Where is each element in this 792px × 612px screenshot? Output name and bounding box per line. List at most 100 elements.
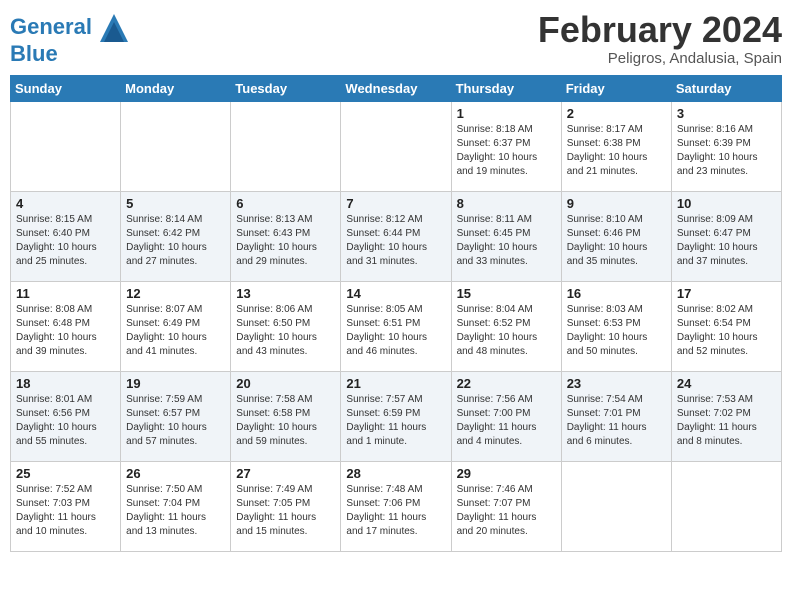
day-cell: 28 Sunrise: 7:48 AM Sunset: 7:06 PM Dayli… [341, 461, 451, 551]
day-cell: 14 Sunrise: 8:05 AM Sunset: 6:51 PM Dayli… [341, 281, 451, 371]
day-number: 6 [236, 196, 335, 211]
weekday-header-tuesday: Tuesday [231, 75, 341, 101]
day-number: 9 [567, 196, 666, 211]
day-cell: 2Sunrise: 8:17 AM Sunset: 6:38 PM Daylig… [561, 101, 671, 191]
location: Peligros, Andalusia, Spain [538, 50, 782, 67]
calendar-table: SundayMondayTuesdayWednesdayThursdayFrid… [10, 75, 782, 552]
day-info: Sunrise: 7:53 AM Sunset: 7:02 PM Dayligh… [677, 393, 776, 449]
day-number: 20 [236, 376, 335, 391]
day-info: Sunrise: 7:48 AM Sunset: 7:06 PM Dayligh… [346, 483, 445, 539]
day-cell: 29Sunrise: 7:46 AM Sunset: 7:07 PM Dayli… [451, 461, 561, 551]
day-cell [671, 461, 781, 551]
day-cell: 10 Sunrise: 8:09 AM Sunset: 6:47 PM Dayli… [671, 191, 781, 281]
day-cell: 20 Sunrise: 7:58 AM Sunset: 6:58 PM Dayli… [231, 371, 341, 461]
day-number: 5 [126, 196, 225, 211]
day-cell: 24 Sunrise: 7:53 AM Sunset: 7:02 PM Dayli… [671, 371, 781, 461]
day-number: 29 [457, 466, 556, 481]
weekday-header-thursday: Thursday [451, 75, 561, 101]
day-number: 14 [346, 286, 445, 301]
week-row-1: 1Sunrise: 8:18 AM Sunset: 6:37 PM Daylig… [11, 101, 782, 191]
day-number: 11 [16, 286, 115, 301]
week-row-3: 11 Sunrise: 8:08 AM Sunset: 6:48 PM Dayli… [11, 281, 782, 371]
day-info: Sunrise: 8:08 AM Sunset: 6:48 PM Dayligh… [16, 303, 115, 359]
day-info: Sunrise: 8:12 AM Sunset: 6:44 PM Dayligh… [346, 213, 445, 269]
day-cell [121, 101, 231, 191]
day-cell: 6 Sunrise: 8:13 AM Sunset: 6:43 PM Daylig… [231, 191, 341, 281]
day-info: Sunrise: 8:17 AM Sunset: 6:38 PM Dayligh… [567, 123, 666, 179]
logo-blue: Blue [10, 42, 128, 66]
day-cell: 23 Sunrise: 7:54 AM Sunset: 7:01 PM Dayli… [561, 371, 671, 461]
day-number: 15 [457, 286, 556, 301]
day-number: 24 [677, 376, 776, 391]
weekday-header-sunday: Sunday [11, 75, 121, 101]
day-info: Sunrise: 8:03 AM Sunset: 6:53 PM Dayligh… [567, 303, 666, 359]
day-cell: 5 Sunrise: 8:14 AM Sunset: 6:42 PM Daylig… [121, 191, 231, 281]
day-cell: 25Sunrise: 7:52 AM Sunset: 7:03 PM Dayli… [11, 461, 121, 551]
day-cell: 19 Sunrise: 7:59 AM Sunset: 6:57 PM Dayli… [121, 371, 231, 461]
day-cell: 17Sunrise: 8:02 AM Sunset: 6:54 PM Dayli… [671, 281, 781, 371]
day-cell: 13Sunrise: 8:06 AM Sunset: 6:50 PM Dayli… [231, 281, 341, 371]
weekday-header-saturday: Saturday [671, 75, 781, 101]
day-info: Sunrise: 7:58 AM Sunset: 6:58 PM Dayligh… [236, 393, 335, 449]
day-number: 18 [16, 376, 115, 391]
day-info: Sunrise: 8:05 AM Sunset: 6:51 PM Dayligh… [346, 303, 445, 359]
day-cell: 8Sunrise: 8:11 AM Sunset: 6:45 PM Daylig… [451, 191, 561, 281]
logo: General Blue [10, 14, 128, 66]
day-number: 25 [16, 466, 115, 481]
day-number: 21 [346, 376, 445, 391]
page-header: General Blue February 2024 Peligros, And… [10, 10, 782, 67]
weekday-header-monday: Monday [121, 75, 231, 101]
day-info: Sunrise: 8:01 AM Sunset: 6:56 PM Dayligh… [16, 393, 115, 449]
day-number: 26 [126, 466, 225, 481]
day-number: 8 [457, 196, 556, 211]
day-info: Sunrise: 8:04 AM Sunset: 6:52 PM Dayligh… [457, 303, 556, 359]
day-cell: 22 Sunrise: 7:56 AM Sunset: 7:00 PM Dayli… [451, 371, 561, 461]
day-cell [11, 101, 121, 191]
logo-text: General [10, 14, 128, 42]
day-info: Sunrise: 7:56 AM Sunset: 7:00 PM Dayligh… [457, 393, 556, 449]
day-number: 13 [236, 286, 335, 301]
day-number: 23 [567, 376, 666, 391]
day-number: 4 [16, 196, 115, 211]
day-cell: 26 Sunrise: 7:50 AM Sunset: 7:04 PM Dayli… [121, 461, 231, 551]
day-cell: 15 Sunrise: 8:04 AM Sunset: 6:52 PM Dayli… [451, 281, 561, 371]
day-info: Sunrise: 7:50 AM Sunset: 7:04 PM Dayligh… [126, 483, 225, 539]
day-info: Sunrise: 8:15 AM Sunset: 6:40 PM Dayligh… [16, 213, 115, 269]
day-number: 19 [126, 376, 225, 391]
logo-general: General [10, 14, 92, 39]
day-info: Sunrise: 7:54 AM Sunset: 7:01 PM Dayligh… [567, 393, 666, 449]
day-number: 17 [677, 286, 776, 301]
day-cell: 18 Sunrise: 8:01 AM Sunset: 6:56 PM Dayli… [11, 371, 121, 461]
day-info: Sunrise: 8:16 AM Sunset: 6:39 PM Dayligh… [677, 123, 776, 179]
calendar-body: 1Sunrise: 8:18 AM Sunset: 6:37 PM Daylig… [11, 101, 782, 551]
day-number: 28 [346, 466, 445, 481]
week-row-2: 4 Sunrise: 8:15 AM Sunset: 6:40 PM Daylig… [11, 191, 782, 281]
day-info: Sunrise: 8:10 AM Sunset: 6:46 PM Dayligh… [567, 213, 666, 269]
day-cell: 7Sunrise: 8:12 AM Sunset: 6:44 PM Daylig… [341, 191, 451, 281]
day-number: 12 [126, 286, 225, 301]
week-row-5: 25Sunrise: 7:52 AM Sunset: 7:03 PM Dayli… [11, 461, 782, 551]
day-number: 10 [677, 196, 776, 211]
logo-icon [100, 14, 128, 42]
month-title: February 2024 [538, 10, 782, 50]
title-block: February 2024 Peligros, Andalusia, Spain [538, 10, 782, 67]
day-cell: 3 Sunrise: 8:16 AM Sunset: 6:39 PM Daylig… [671, 101, 781, 191]
day-info: Sunrise: 8:18 AM Sunset: 6:37 PM Dayligh… [457, 123, 556, 179]
day-cell: 12 Sunrise: 8:07 AM Sunset: 6:49 PM Dayli… [121, 281, 231, 371]
weekday-header-wednesday: Wednesday [341, 75, 451, 101]
day-info: Sunrise: 8:14 AM Sunset: 6:42 PM Dayligh… [126, 213, 225, 269]
day-cell [561, 461, 671, 551]
day-info: Sunrise: 8:07 AM Sunset: 6:49 PM Dayligh… [126, 303, 225, 359]
weekday-header-row: SundayMondayTuesdayWednesdayThursdayFrid… [11, 75, 782, 101]
day-info: Sunrise: 7:57 AM Sunset: 6:59 PM Dayligh… [346, 393, 445, 449]
day-number: 3 [677, 106, 776, 121]
day-cell: 21 Sunrise: 7:57 AM Sunset: 6:59 PM Dayli… [341, 371, 451, 461]
day-cell: 1Sunrise: 8:18 AM Sunset: 6:37 PM Daylig… [451, 101, 561, 191]
day-info: Sunrise: 8:09 AM Sunset: 6:47 PM Dayligh… [677, 213, 776, 269]
day-info: Sunrise: 7:59 AM Sunset: 6:57 PM Dayligh… [126, 393, 225, 449]
day-number: 27 [236, 466, 335, 481]
day-cell: 9 Sunrise: 8:10 AM Sunset: 6:46 PM Daylig… [561, 191, 671, 281]
day-number: 22 [457, 376, 556, 391]
day-info: Sunrise: 8:13 AM Sunset: 6:43 PM Dayligh… [236, 213, 335, 269]
day-cell: 27Sunrise: 7:49 AM Sunset: 7:05 PM Dayli… [231, 461, 341, 551]
